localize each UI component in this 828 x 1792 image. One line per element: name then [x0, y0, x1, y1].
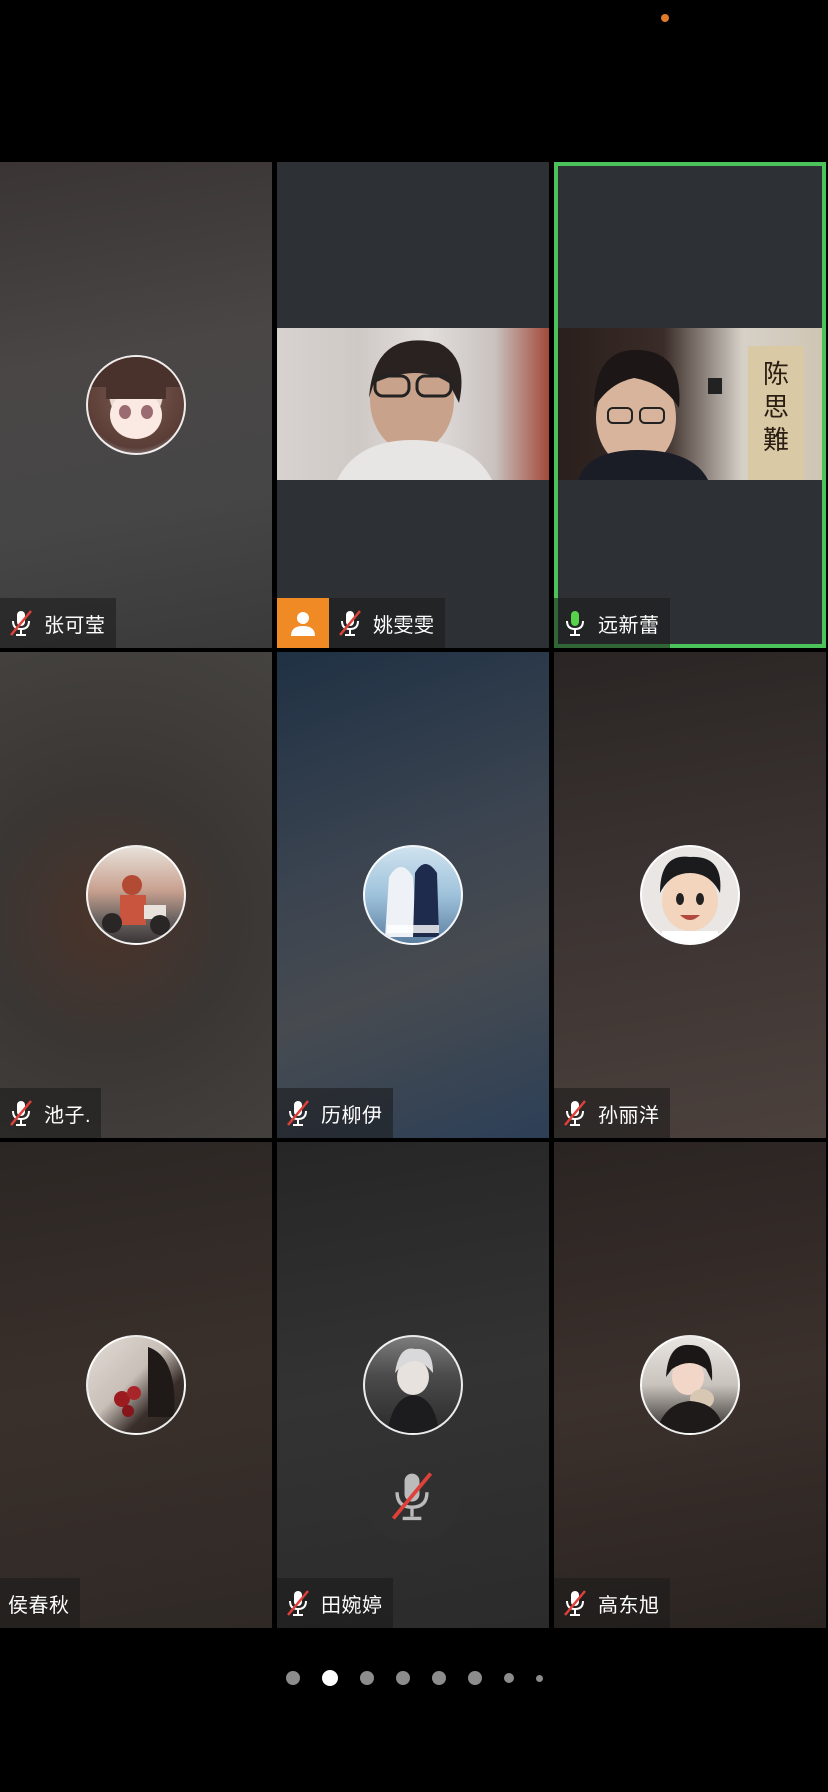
mic-muted-icon [339, 610, 361, 636]
video-feed: 陈 思 難 [558, 328, 822, 480]
participant-name: 历柳伊 [321, 1104, 383, 1127]
page-dot[interactable] [535, 1674, 543, 1682]
participant-tile[interactable]: 历柳伊 [277, 652, 549, 1138]
participant-tile[interactable]: 孙丽洋 [554, 652, 826, 1138]
mic-muted-icon [287, 1590, 309, 1616]
participant-name: 张可莹 [44, 614, 106, 637]
participant-tile[interactable]: 姚雯雯 [277, 162, 549, 648]
participant-nameplate: 高东旭 [554, 1578, 670, 1628]
participant-nameplate: 张可莹 [0, 598, 116, 648]
page-dot-current[interactable] [321, 1670, 338, 1686]
participant-tile-active-speaker[interactable]: 陈 思 難 远新蕾 [554, 162, 826, 648]
svg-text:陈: 陈 [763, 360, 789, 390]
participant-nameplate: 远新蕾 [554, 598, 670, 648]
participant-name: 田婉婷 [321, 1594, 383, 1617]
participant-tile[interactable]: 高东旭 [554, 1142, 826, 1628]
anime-girl-avatar [86, 355, 186, 455]
mic-muted-icon [391, 1472, 433, 1521]
svg-text:難: 難 [763, 426, 789, 456]
participant-name: 远新蕾 [598, 614, 660, 637]
participant-name: 池子. [44, 1104, 92, 1127]
page-dot[interactable] [467, 1671, 482, 1685]
page-dot[interactable] [359, 1671, 374, 1685]
mic-muted-icon [10, 1100, 32, 1126]
participant-name: 侯春秋 [8, 1594, 70, 1617]
mic-muted-icon [564, 1100, 586, 1126]
page-dot[interactable] [285, 1671, 300, 1685]
user-icon [277, 598, 329, 648]
participant-grid: 张可莹 姚雯雯 陈 思 難 远新蕾 池子. 历柳伊 孙丽洋 侯春秋 田婉婷 高东… [0, 162, 828, 1629]
participant-nameplate: 侯春秋 [0, 1578, 80, 1628]
participant-name: 孙丽洋 [598, 1104, 660, 1127]
mute-toggle-button[interactable] [364, 1448, 460, 1544]
status-indicator-dot [661, 14, 669, 22]
participant-tile[interactable]: 池子. [0, 652, 272, 1138]
photo-avatar [86, 845, 186, 945]
participant-name: 姚雯雯 [373, 614, 435, 637]
participant-nameplate: 田婉婷 [277, 1578, 393, 1628]
page-indicator [0, 1668, 828, 1688]
anime-boy-avatar [363, 1335, 463, 1435]
anime-couple-avatar [363, 845, 463, 945]
page-dot[interactable] [395, 1671, 410, 1685]
participant-nameplate: 姚雯雯 [329, 598, 445, 648]
participant-tile[interactable]: 侯春秋 [0, 1142, 272, 1628]
mic-muted-icon [10, 610, 32, 636]
participant-nameplate: 孙丽洋 [554, 1088, 670, 1138]
svg-text:思: 思 [763, 393, 789, 423]
video-feed [277, 328, 549, 480]
participant-nameplate: 池子. [0, 1088, 102, 1138]
girl-photo-avatar [640, 1335, 740, 1435]
participant-name: 高东旭 [598, 1594, 660, 1617]
roses-photo-avatar [86, 1335, 186, 1435]
mic-muted-icon [564, 1590, 586, 1616]
page-dot[interactable] [503, 1673, 514, 1683]
participant-tile[interactable]: 田婉婷 [277, 1142, 549, 1628]
mic-active-icon [566, 611, 584, 636]
page-dot[interactable] [431, 1671, 446, 1685]
cartoon-boy-avatar [640, 845, 740, 945]
participant-nameplate: 历柳伊 [277, 1088, 393, 1138]
mic-muted-icon [287, 1100, 309, 1126]
participant-tile[interactable]: 张可莹 [0, 162, 272, 648]
